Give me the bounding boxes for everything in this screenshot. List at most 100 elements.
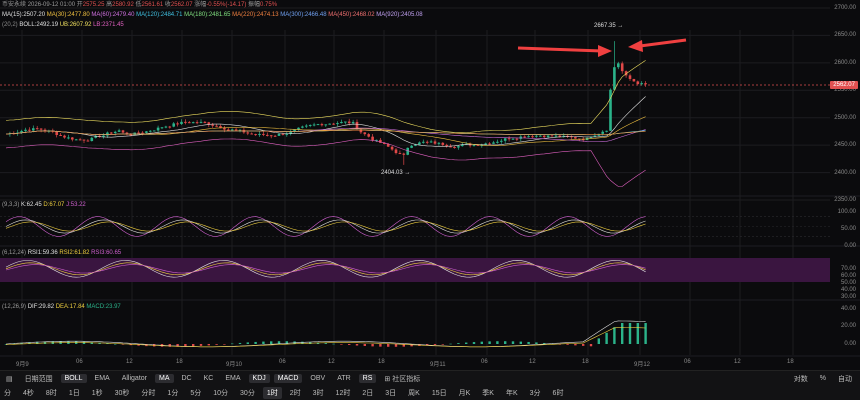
- timeframe-button[interactable]: 30分: [236, 387, 259, 399]
- indicator-button[interactable]: RS: [358, 374, 377, 383]
- macd-histogram-bar: [597, 338, 600, 344]
- candle-body: [246, 132, 250, 134]
- macd-histogram-bar: [457, 343, 460, 344]
- header-ohlc-line: 币安永续 2026-09-12 01:00 开2575.25 高2580.92 …: [2, 1, 277, 9]
- candle-body: [418, 142, 421, 145]
- timeframe-button[interactable]: 1时: [262, 386, 282, 399]
- macd-histogram-bar: [535, 342, 538, 344]
- chart-canvas[interactable]: [0, 0, 860, 370]
- scale-option-button[interactable]: 自动: [834, 373, 856, 385]
- indicator-button[interactable]: KDJ: [248, 374, 270, 383]
- scale-option-button[interactable]: %: [816, 374, 830, 383]
- candle-body: [620, 63, 624, 72]
- candle-body: [250, 133, 253, 135]
- candle-body: [617, 63, 620, 68]
- candle-body: [156, 127, 160, 131]
- timeframe-button[interactable]: 1秒: [88, 387, 107, 399]
- candle-body: [429, 141, 433, 143]
- indicator-button[interactable]: MA: [155, 374, 174, 383]
- indicator-button[interactable]: 日期范围: [21, 373, 57, 385]
- candle-body: [347, 121, 351, 124]
- rsi-1: RSI1:59.36: [27, 250, 58, 256]
- indicator-button[interactable]: OBV: [306, 374, 329, 383]
- candle-body: [203, 121, 207, 123]
- chart-stage[interactable]: 币安永续 2026-09-12 01:00 开2575.25 高2580.92 …: [0, 0, 860, 400]
- rsi-2: RSI2:61.82: [59, 250, 90, 256]
- indicator-button[interactable]: ⊞ 社区指标: [380, 373, 424, 385]
- timeframe-button[interactable]: 4秒: [19, 387, 38, 399]
- macd-histogram-bar: [621, 323, 624, 344]
- arrow-right: [639, 38, 687, 48]
- boll-lower-band: [5, 138, 646, 187]
- timeframe-button[interactable]: 8时: [42, 387, 61, 399]
- candle-body: [59, 134, 62, 136]
- timeframe-button[interactable]: 15日: [428, 387, 451, 399]
- candle-body: [503, 138, 507, 141]
- candle-body: [145, 131, 148, 133]
- indicator-button[interactable]: BOLL: [60, 374, 87, 383]
- ma-item-5: MA(220):2474.13: [232, 12, 281, 18]
- candle-body: [539, 135, 542, 137]
- candle-body: [82, 139, 86, 141]
- timeframe-button[interactable]: 12时: [332, 387, 355, 399]
- timeframe-button[interactable]: 月K: [455, 387, 475, 399]
- arrow-right-head: [628, 40, 643, 52]
- timeframe-button[interactable]: 季K: [478, 387, 498, 399]
- candle-body: [180, 121, 183, 125]
- candle-body: [406, 147, 409, 155]
- candle-body: [542, 135, 546, 138]
- time-tick-label: 06: [279, 359, 286, 365]
- timeframe-button[interactable]: 6时: [549, 387, 568, 399]
- candle-body: [425, 141, 429, 143]
- timeframe-button[interactable]: 1日: [65, 387, 84, 399]
- ma-item-0: MA(15):2507.20: [2, 12, 47, 18]
- timeframe-button[interactable]: 分时: [137, 387, 159, 399]
- timeframe-button[interactable]: 2时: [286, 387, 305, 399]
- macd-histogram-bar: [254, 341, 257, 344]
- macd-histogram-bar: [332, 343, 335, 345]
- candle-body: [605, 130, 608, 132]
- time-tick-label: 18: [582, 359, 589, 365]
- macd-dif: DIF:29.82: [27, 304, 55, 310]
- candle-body: [184, 121, 187, 123]
- candle-body: [574, 136, 577, 139]
- scale-option-button[interactable]: 对数: [790, 373, 812, 385]
- candle-body: [258, 133, 261, 135]
- timeframe-button[interactable]: 3日: [381, 387, 400, 399]
- macd-histogram-bar: [465, 342, 468, 344]
- indicator-button[interactable]: DC: [178, 374, 196, 383]
- timeframe-button[interactable]: 分: [0, 387, 15, 399]
- low-value: 2561.61: [141, 2, 164, 8]
- indicator-button[interactable]: EMA: [91, 374, 114, 383]
- macd-histogram-bar: [348, 344, 351, 345]
- indicator-button[interactable]: EMA: [221, 374, 244, 383]
- macd-histogram-bar: [238, 342, 242, 344]
- candle-body: [35, 128, 39, 130]
- timeframe-button[interactable]: 30秒: [111, 387, 134, 399]
- candle-body: [195, 122, 199, 124]
- indicator-button[interactable]: KC: [200, 374, 218, 383]
- indicator-button[interactable]: MACD: [273, 374, 303, 383]
- timeframe-button[interactable]: 10分: [209, 387, 232, 399]
- candle-body: [320, 124, 324, 126]
- boll-item-1: BOLL:2492.19: [19, 22, 60, 28]
- amplitude-value: 0.75%: [260, 2, 278, 8]
- boll-legend: (20,2) BOLL:2492.19 UB:2607.92 LB:2371.4…: [2, 21, 124, 29]
- timeframe-button[interactable]: 2日: [358, 387, 377, 399]
- timeframe-button[interactable]: 周K: [404, 387, 424, 399]
- indicator-button[interactable]: Alligator: [118, 374, 151, 383]
- candle-body: [67, 137, 70, 139]
- indicator-toolbar: ▤ 日期范围 BOLL EMA Alligator MA DC KC EMA KDJ MACD OB…: [0, 370, 860, 386]
- time-tick-label: 12: [734, 359, 741, 365]
- candle-body: [511, 138, 515, 140]
- indicator-button[interactable]: ATR: [333, 374, 354, 383]
- layout-icon[interactable]: ▤: [2, 374, 17, 384]
- timeframe-button[interactable]: 3时: [309, 387, 328, 399]
- timeframe-button[interactable]: 年K: [502, 387, 522, 399]
- timeframe-button[interactable]: 3分: [526, 387, 545, 399]
- kdj-tick-label: 50.00: [840, 226, 856, 232]
- macd-histogram-bar: [488, 341, 491, 344]
- timeframe-button[interactable]: 5分: [186, 387, 205, 399]
- timeframe-button[interactable]: 1分: [163, 387, 182, 399]
- candle-body: [601, 131, 604, 134]
